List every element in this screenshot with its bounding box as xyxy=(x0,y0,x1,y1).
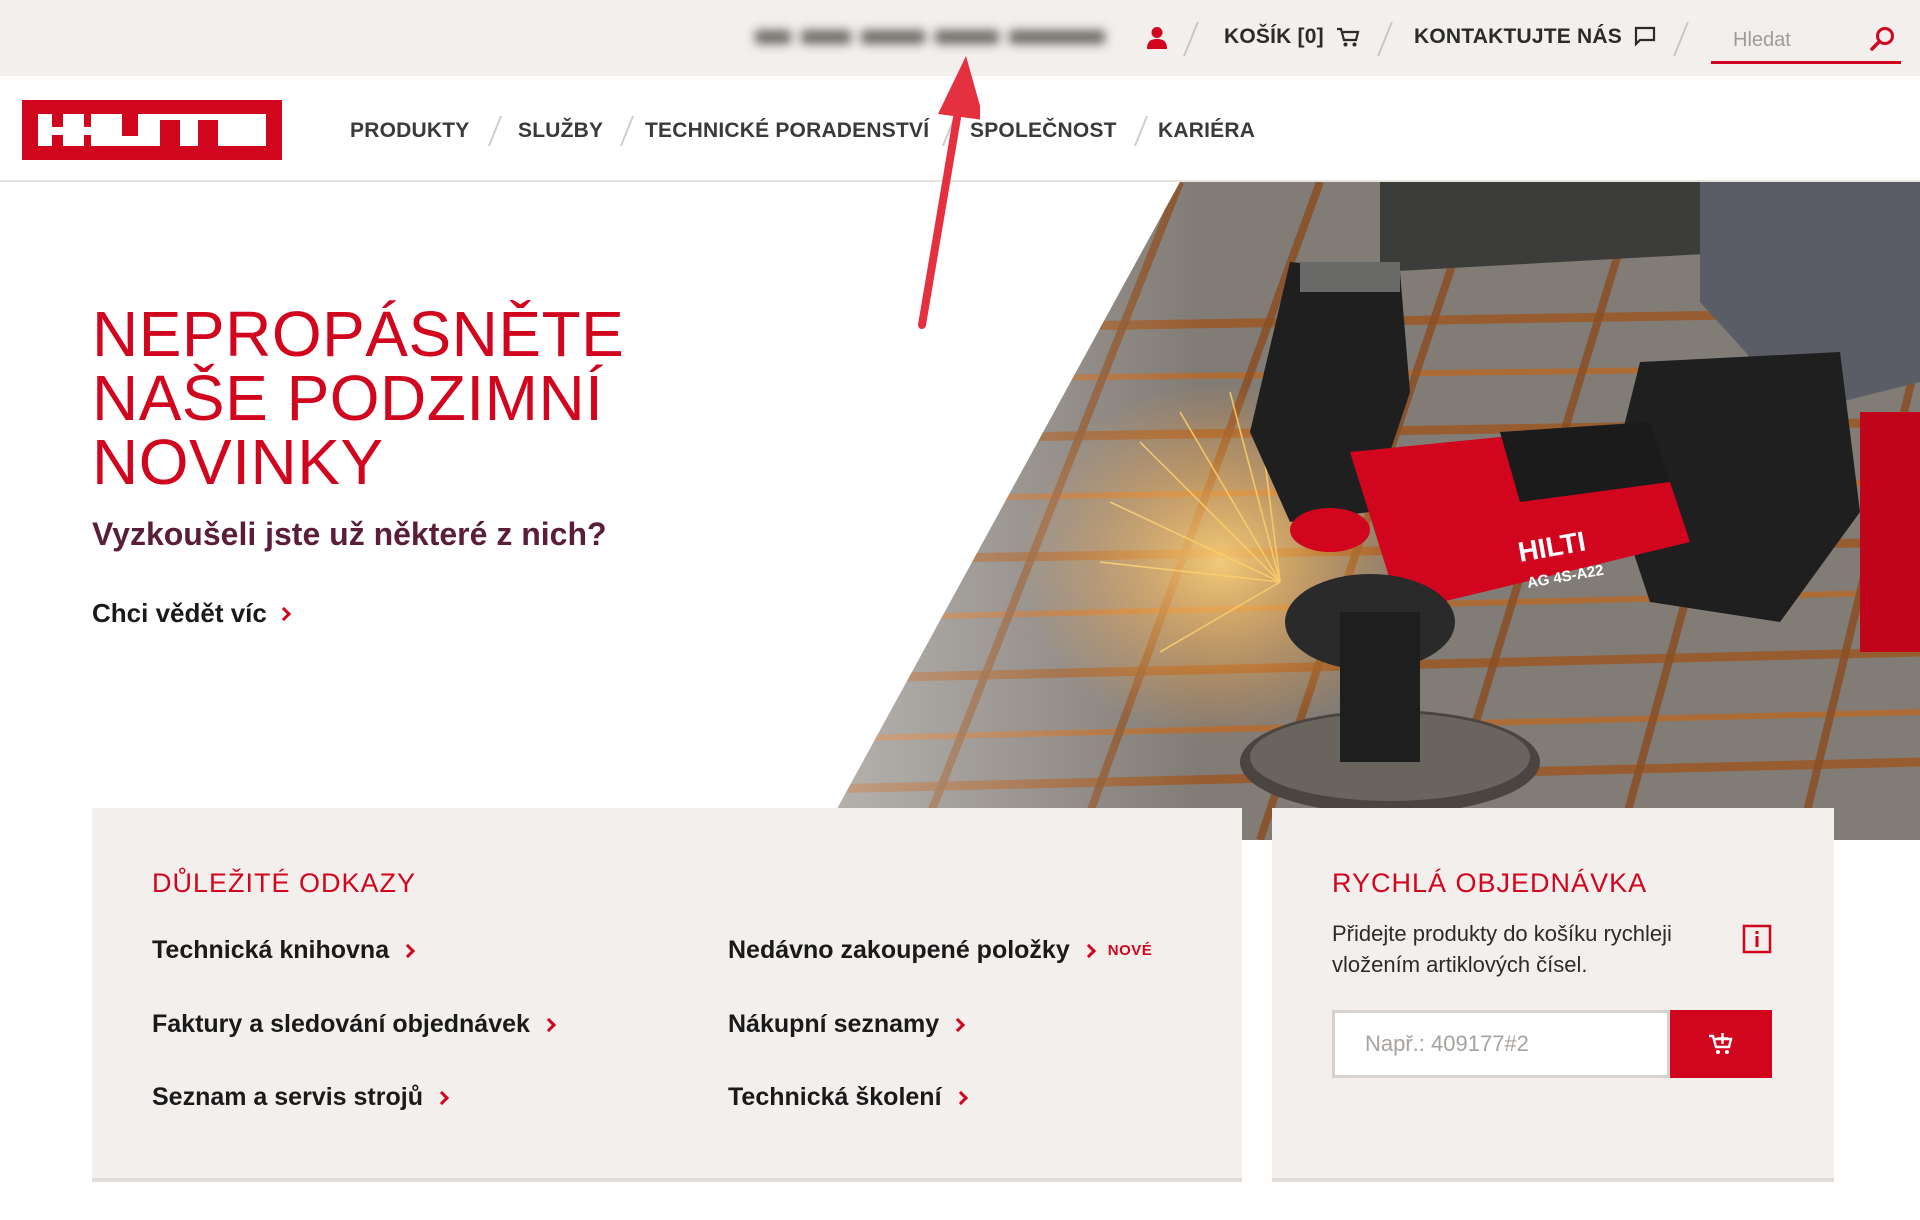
chevron-right-icon xyxy=(1081,943,1096,958)
quick-order-panel: RYCHLÁ OBJEDNÁVKA Přidejte produkty do k… xyxy=(1272,808,1834,1182)
nav-spolecnost[interactable]: SPOLEČNOST xyxy=(970,119,1117,143)
link-label: Seznam a servis strojů xyxy=(152,1083,423,1111)
logo-wordmark xyxy=(38,114,266,146)
chevron-right-icon xyxy=(276,606,291,621)
link-label: Nákupní seznamy xyxy=(728,1010,940,1038)
link-technicka-knihovna[interactable]: Technická knihovna xyxy=(152,936,416,965)
separator xyxy=(1673,22,1689,56)
contact-label: KONTAKTUJTE NÁS xyxy=(1414,25,1622,48)
link-label: Technická knihovna xyxy=(152,936,390,964)
link-technicka-skoleni[interactable]: Technická školení xyxy=(728,1083,968,1112)
hero-title-line-1: NEPROPÁSNĚTE xyxy=(92,298,625,370)
main-header: PRODUKTY SLUŽBY TECHNICKÉ PORADENSTVÍ SP… xyxy=(0,76,1920,182)
new-badge: NOVÉ xyxy=(1107,942,1153,959)
chat-icon xyxy=(1634,26,1656,47)
hero-banner: HILTI AG 4S-A22 NEPROPÁSNĚTE NAŠE PODZIM… xyxy=(0,182,1920,840)
link-faktury[interactable]: Faktury a sledování objednávek xyxy=(152,1010,556,1039)
link-nakupni-seznamy[interactable]: Nákupní seznamy xyxy=(728,1010,966,1039)
hero-cta-link[interactable]: Chci vědět víc xyxy=(92,598,291,629)
chevron-right-icon xyxy=(953,1090,968,1105)
search-icon[interactable] xyxy=(1869,25,1897,53)
chevron-right-icon xyxy=(541,1017,556,1032)
hero-title-line-3: NOVINKY xyxy=(92,426,384,498)
nav-kariera[interactable]: KARIÉRA xyxy=(1158,119,1255,143)
links-panel-title: DŮLEŽITÉ ODKAZY xyxy=(152,868,417,898)
link-label: Technická školení xyxy=(728,1083,942,1111)
nav-sluzby[interactable]: SLUŽBY xyxy=(518,119,603,143)
search-input[interactable] xyxy=(1733,25,1863,55)
important-links-panel: DŮLEŽITÉ ODKAZY Technická knihovna Faktu… xyxy=(92,808,1242,1182)
hero-title-line-2: NAŠE PODZIMNÍ xyxy=(92,362,604,434)
hero-title: NEPROPÁSNĚTE NAŠE PODZIMNÍ NOVINKY xyxy=(92,302,792,494)
contact-link[interactable]: KONTAKTUJTE NÁS xyxy=(1414,25,1656,49)
add-to-cart-icon xyxy=(1709,1033,1733,1054)
utility-bar: KOŠÍK [0] KONTAKTUJTE NÁS xyxy=(0,0,1920,76)
separator xyxy=(619,116,635,146)
chevron-right-icon xyxy=(401,943,416,958)
separator xyxy=(487,116,503,146)
cart-link[interactable]: KOŠÍK [0] xyxy=(1224,25,1360,49)
cart-icon xyxy=(1336,27,1360,47)
chevron-right-icon xyxy=(434,1090,450,1105)
chevron-right-icon xyxy=(951,1017,966,1032)
quick-order-description: Přidejte produkty do košíku rychleji vlo… xyxy=(1332,921,1672,977)
hero-photo-angle-grinder: HILTI AG 4S-A22 xyxy=(0,182,1920,840)
cart-label: KOŠÍK [0] xyxy=(1224,25,1324,48)
separator xyxy=(941,116,957,146)
link-label: Faktury a sledování objednávek xyxy=(152,1010,530,1038)
info-icon[interactable] xyxy=(1742,924,1772,954)
blurred-user-name xyxy=(755,24,1135,50)
separator xyxy=(1183,22,1199,56)
link-nedavno-zakoupene[interactable]: Nedávno zakoupené položky NOVÉ xyxy=(728,936,1152,965)
link-seznam-servis[interactable]: Seznam a servis strojů xyxy=(152,1083,450,1112)
add-to-cart-button[interactable] xyxy=(1670,1010,1772,1078)
nav-technicke-poradenstvi[interactable]: TECHNICKÉ PORADENSTVÍ xyxy=(645,119,929,143)
link-label: Nedávno zakoupené položky xyxy=(728,936,1070,964)
quick-order-title: RYCHLÁ OBJEDNÁVKA xyxy=(1332,868,1648,898)
article-number-input[interactable] xyxy=(1332,1010,1670,1078)
search-box xyxy=(1711,16,1901,64)
separator xyxy=(1133,116,1149,146)
nav-produkty[interactable]: PRODUKTY xyxy=(350,119,469,143)
hilti-logo[interactable] xyxy=(22,100,282,160)
person-icon[interactable] xyxy=(1146,26,1168,50)
hero-subtitle: Vyzkoušeli jste už některé z nich? xyxy=(92,516,607,552)
separator xyxy=(1377,22,1393,56)
hero-cta-label: Chci vědět víc xyxy=(92,598,267,628)
